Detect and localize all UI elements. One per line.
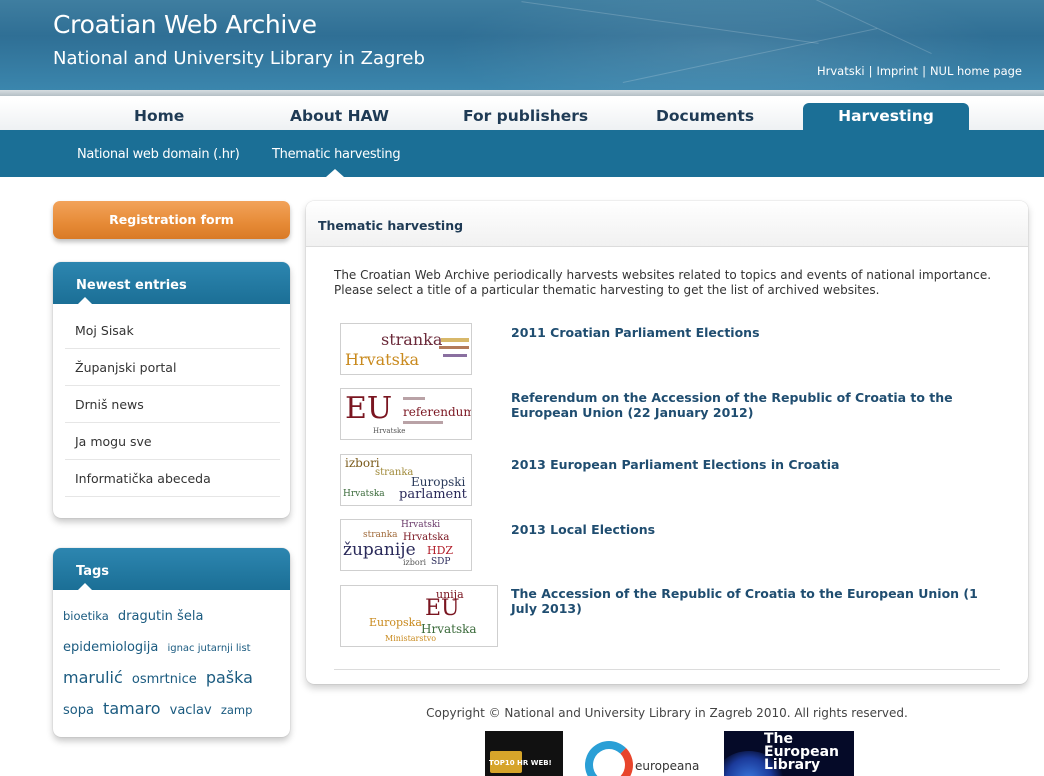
entry-title-link[interactable]: 2013 Local Elections xyxy=(511,522,991,537)
tag-link[interactable]: ignac jutarnji list xyxy=(167,643,250,654)
europeana-logo-text: europeana xyxy=(635,759,700,773)
newest-entries-box: Newest entries Moj Sisak Županjski porta… xyxy=(53,262,290,518)
link-nul-home[interactable]: NUL home page xyxy=(930,64,1022,78)
registration-form-button[interactable]: Registration form xyxy=(53,201,290,239)
tag-link[interactable]: zamp xyxy=(221,703,253,717)
cloud-filler xyxy=(441,338,469,342)
active-subnav-indicator xyxy=(326,169,344,177)
tag-link[interactable]: paška xyxy=(206,668,253,687)
cloud-word: županije xyxy=(343,540,416,560)
entry-title-link[interactable]: Referendum on the Accession of the Repub… xyxy=(511,390,991,420)
newest-entry[interactable]: Drniš news xyxy=(65,386,280,423)
cloud-word: stranka xyxy=(363,530,398,540)
tags-title: Tags xyxy=(76,564,110,579)
cloud-word: stranka xyxy=(381,330,443,349)
top10-logo[interactable]: TOP10 HR WEB! xyxy=(485,731,563,776)
nav-home[interactable]: Home xyxy=(134,107,184,125)
cloud-word: Hrvatske xyxy=(373,427,406,435)
cloud-word: Hrvatska xyxy=(345,350,420,369)
entry-title-link[interactable]: 2013 European Parliament Elections in Cr… xyxy=(511,457,991,472)
europeana-logo[interactable]: europeana xyxy=(583,731,705,776)
cloud-word: Hrvatski xyxy=(401,520,441,530)
content-heading: Thematic harvesting xyxy=(306,201,1028,247)
cloud-word: Ministarstvo xyxy=(385,634,437,643)
site-title[interactable]: Croatian Web Archive xyxy=(53,10,317,39)
tag-link[interactable]: dragutin šela xyxy=(118,609,203,624)
subnav-national-web-domain[interactable]: National web domain (.hr) xyxy=(77,147,240,162)
entry-thumbnail-word-cloud[interactable]: stranka Hrvatska xyxy=(340,323,472,375)
cloud-word: Europska xyxy=(369,616,422,629)
european-library-logo-text: The European Library xyxy=(764,731,839,773)
newest-entry[interactable]: Informatička abeceda xyxy=(65,460,280,497)
european-library-logo[interactable]: The European Library xyxy=(724,731,854,776)
nav-for-publishers[interactable]: For publishers xyxy=(463,107,588,125)
nav-documents[interactable]: Documents xyxy=(656,107,754,125)
tag-link[interactable]: tamaro xyxy=(103,699,160,718)
entry-title-link[interactable]: 2011 Croatian Parliament Elections xyxy=(511,325,991,340)
cloud-word: EU xyxy=(425,596,460,621)
nav-about-haw[interactable]: About HAW xyxy=(290,107,389,125)
sub-nav: National web domain (.hr) Thematic harve… xyxy=(0,130,1044,177)
cloud-filler xyxy=(439,346,469,349)
entry-thumbnail-word-cloud[interactable]: unija EU Europska Hrvatska Ministarstvo xyxy=(340,585,498,647)
content-divider xyxy=(334,669,1000,670)
top-links: Hrvatski | Imprint | NUL home page xyxy=(817,64,1022,78)
content-intro: The Croatian Web Archive periodically ha… xyxy=(334,268,992,297)
cloud-filler xyxy=(403,397,425,400)
cloud-filler xyxy=(443,354,467,357)
entry-thumbnail-word-cloud[interactable]: Hrvatski stranka Hrvatska županije HDZ i… xyxy=(340,519,472,571)
heading-caret xyxy=(77,297,93,305)
tag-link[interactable]: osmrtnice xyxy=(132,672,197,687)
cloud-filler xyxy=(403,421,443,424)
tag-link[interactable]: sopa xyxy=(63,703,94,718)
newest-entry[interactable]: Županjski portal xyxy=(65,349,280,386)
tag-cloud: bioetika dragutin šela epidemiologija ig… xyxy=(53,590,290,743)
tag-link[interactable]: marulić xyxy=(63,668,123,687)
site-header: Croatian Web Archive National and Univer… xyxy=(0,0,1044,90)
cloud-word: HDZ xyxy=(427,544,454,557)
cloud-word: referendum xyxy=(403,405,472,419)
subnav-thematic-harvesting[interactable]: Thematic harvesting xyxy=(272,147,401,162)
cloud-word: parlament xyxy=(399,487,467,502)
main-nav: Home About HAW For publishers Documents … xyxy=(0,100,1044,130)
tag-link[interactable]: bioetika xyxy=(63,609,109,623)
newest-entries-list: Moj Sisak Županjski portal Drniš news Ja… xyxy=(53,304,290,509)
tag-link[interactable]: epidemiologija xyxy=(63,640,158,655)
cloud-word: SDP xyxy=(431,557,451,567)
top10-logo-text: TOP10 HR WEB! xyxy=(489,759,552,767)
newest-entry[interactable]: Moj Sisak xyxy=(65,312,280,349)
heading-caret xyxy=(77,583,93,591)
link-separator: | xyxy=(922,64,926,78)
link-imprint[interactable]: Imprint xyxy=(876,64,918,78)
tags-heading: Tags xyxy=(53,548,290,591)
content-panel: Thematic harvesting The Croatian Web Arc… xyxy=(306,201,1028,684)
nav-harvesting[interactable]: Harvesting xyxy=(803,103,969,130)
tags-box: Tags bioetika dragutin šela epidemiologi… xyxy=(53,548,290,737)
cloud-word: stranka xyxy=(375,467,414,478)
europeana-swirl-icon xyxy=(585,741,633,776)
cloud-word: Hrvatska xyxy=(343,489,385,499)
footer-copyright: Copyright © National and University Libr… xyxy=(426,706,908,720)
tag-link[interactable]: vaclav xyxy=(170,703,212,718)
newest-entries-title: Newest entries xyxy=(76,278,187,293)
site-subtitle[interactable]: National and University Library in Zagre… xyxy=(53,48,425,69)
cloud-word: EU xyxy=(345,391,393,426)
cloud-word: izbori xyxy=(403,558,427,567)
entry-thumbnail-word-cloud[interactable]: izbori stranka Europski Hrvatska parlame… xyxy=(340,454,472,506)
link-hrvatski[interactable]: Hrvatski xyxy=(817,64,865,78)
link-separator: | xyxy=(868,64,873,78)
entry-thumbnail-word-cloud[interactable]: EU referendum Hrvatske xyxy=(340,388,472,440)
newest-entry[interactable]: Ja mogu sve xyxy=(65,423,280,460)
newest-entries-heading: Newest entries xyxy=(53,262,290,305)
entry-title-link[interactable]: The Accession of the Republic of Croatia… xyxy=(511,586,991,616)
